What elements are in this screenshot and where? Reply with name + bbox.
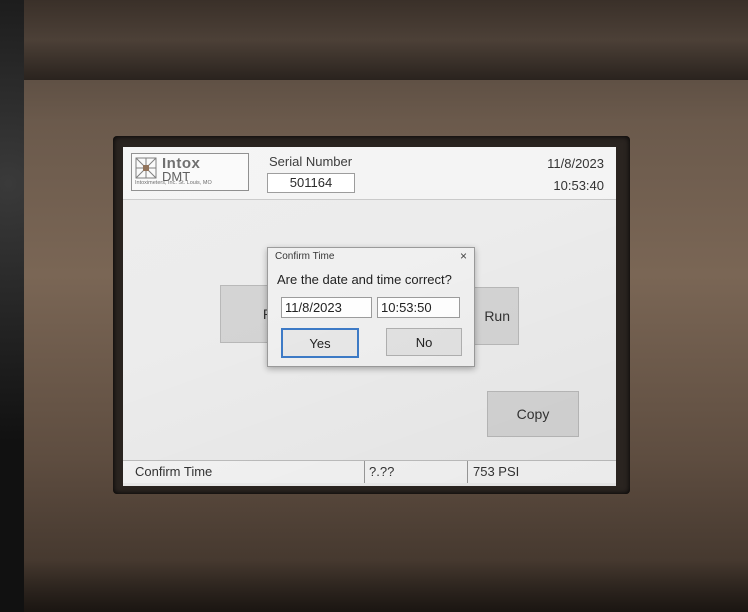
header-bar: Intox DMT Intoximeters, Inc. St. Louis, … <box>123 147 616 200</box>
logo-mark-icon <box>135 157 157 179</box>
yes-button[interactable]: Yes <box>281 328 359 358</box>
yes-button-label: Yes <box>309 335 331 351</box>
status-divider <box>364 461 365 483</box>
dialog-title: Confirm Time <box>275 251 335 262</box>
dialog-question: Are the date and time correct? <box>277 272 452 287</box>
no-button-label: No <box>415 334 433 350</box>
time-field[interactable]: 10:53:50 <box>377 297 460 318</box>
device-top-edge <box>24 0 748 80</box>
intox-dmt-logo: Intox DMT Intoximeters, Inc. St. Louis, … <box>131 153 249 191</box>
status-pressure: 753 PSI <box>473 464 520 479</box>
copy-button-label: Copy <box>516 406 550 422</box>
confirm-time-dialog: Confirm Time × Are the date and time cor… <box>267 247 475 367</box>
status-message: Confirm Time <box>135 464 213 479</box>
run-button-label: Run <box>484 308 510 324</box>
serial-number-value: 501164 <box>267 173 355 193</box>
status-divider <box>467 461 468 483</box>
device-shadow <box>24 560 748 612</box>
no-button[interactable]: No <box>386 328 462 356</box>
status-reading: ?.?? <box>369 464 395 479</box>
touch-screen: Intox DMT Intoximeters, Inc. St. Louis, … <box>123 147 616 486</box>
close-icon[interactable]: × <box>460 249 467 263</box>
header-date: 11/8/2023 <box>547 156 604 171</box>
logo-tagline: Intoximeters, Inc. St. Louis, MO <box>135 180 212 186</box>
serial-number-label: Serial Number <box>269 154 353 169</box>
status-bar: Confirm Time ?.?? 753 PSI <box>123 460 616 483</box>
date-field[interactable]: 11/8/2023 <box>281 297 372 318</box>
copy-button[interactable]: Copy <box>487 391 579 437</box>
header-time: 10:53:40 <box>553 178 604 193</box>
